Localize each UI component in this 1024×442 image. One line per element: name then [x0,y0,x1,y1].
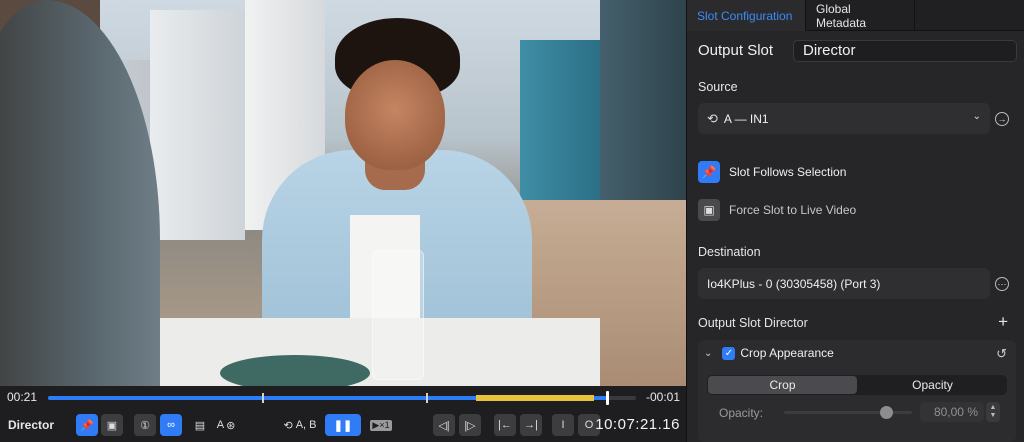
infinity-icon: ∞ [167,419,175,431]
playhead[interactable] [605,391,609,405]
chevron-up-icon: ▲ [989,404,997,411]
source-label: A [216,419,225,431]
remaining-time: -00:01 [645,390,680,404]
scene-person-face [345,60,445,170]
pause-button[interactable]: ❚❚ [325,414,361,436]
opacity-value-field[interactable]: 80,00 % [920,402,984,422]
slot-follows-selection-toggle[interactable]: 📌 Slot Follows Selection [698,161,846,183]
one-circle-icon: ① [140,419,150,432]
inspector-panel: Slot Configuration Global Metadata Outpu… [686,0,1024,442]
scene-building [520,40,600,210]
scene-plate [220,355,370,386]
loop-button[interactable]: ∞ [160,414,182,436]
tab-global-metadata[interactable]: Global Metadata [805,0,915,31]
filmstrip-button[interactable]: ▤ [190,414,210,436]
pin-icon: 📌 [80,419,94,432]
play-rate-icon: ▶×1 [370,419,392,431]
crop-appearance-title: Crop Appearance [740,346,834,360]
rate-label: ×1 [379,419,390,430]
mark-in-label: I [561,419,565,431]
force-live-video-label: Force Slot to Live Video [729,203,857,217]
history-icon: ⟲ [283,419,293,432]
output-slot-label: Output Slot [698,42,774,59]
arrow-circle-icon: ⊛ [226,419,236,432]
step-forward-button[interactable]: |▷ [459,414,481,436]
ellipsis-icon: ⋯ [997,278,1007,289]
opacity-slider-knob[interactable] [880,406,894,419]
tab-slot-configuration[interactable]: Slot Configuration [687,0,805,31]
chevron-down-icon: ⌄ [972,111,981,122]
reset-icon[interactable]: ↺ [996,346,1007,362]
output-slot-name-field[interactable]: Director [793,40,1017,62]
source-next-button[interactable]: A ⊛ [212,414,240,436]
video-viewer[interactable] [0,0,686,386]
timecode: 10:07:21.16 [595,416,680,433]
output-slot-director-title: Output Slot Director [698,316,808,330]
go-to-start-icon: |← [498,419,512,431]
history-icon: ⟲ [707,110,718,126]
scene-building [150,10,245,240]
chevron-down-icon[interactable]: ⌄ [704,348,712,359]
segment-marker [426,393,428,403]
scrubber-bar: 00:21 -00:01 [0,386,686,408]
app-window: 00:21 -00:01 Director 📌 ▣ ① ∞ ▤ A ⊛ ⟲ A,… [0,0,1024,442]
rate-button[interactable]: ▶×1 [366,414,396,436]
opacity-slider[interactable] [784,406,912,419]
crop-appearance-checkbox[interactable]: ✓ [722,346,736,360]
single-play-button[interactable]: ① [134,414,156,436]
add-effect-button[interactable]: + [998,312,1008,332]
pin-icon: 📌 [698,161,720,183]
source-dropdown[interactable]: ⟲ A — IN1 ⌄ [698,103,990,134]
step-back-button[interactable]: ◁| [433,414,455,436]
step-forward-icon: |▷ [464,419,476,432]
tab-bar: Slot Configuration Global Metadata [687,0,1024,31]
force-live-video-toggle[interactable]: ▣ Force Slot to Live Video [698,199,856,221]
live-video-button[interactable]: ▣ [101,414,123,436]
elapsed-time: 00:21 [7,390,38,404]
chevron-down-icon: ▼ [989,412,997,419]
camera-icon: ▣ [698,199,720,221]
scene-foreground-person [0,0,160,386]
segment-marker [262,393,264,403]
scene-glass [372,250,424,380]
crop-appearance-header[interactable]: ⌄ ✓ Crop Appearance [704,346,834,360]
selected-range [476,395,594,401]
destination-value: Io4KPlus - 0 (30305458) (Port 3) [707,276,881,291]
arrow-right-icon: → [997,114,1007,124]
segment-opacity[interactable]: Opacity [858,375,1007,395]
mark-in-button[interactable]: I [552,414,574,436]
pause-icon: ❚❚ [333,419,353,432]
filmstrip-icon: ▤ [194,419,206,432]
transport-controls: Director 📌 ▣ ① ∞ ▤ A ⊛ ⟲ A, B ❚❚ ▶×1 ◁| … [0,408,686,442]
source-value: A — IN1 [723,111,769,126]
go-to-in-button[interactable]: |← [494,414,516,436]
slot-follows-selection-label: Slot Follows Selection [729,165,847,179]
segment-crop[interactable]: Crop [708,376,857,394]
timeline-track[interactable] [48,391,636,405]
sources-label: A, B [295,419,317,431]
sources-button[interactable]: ⟲ A, B [278,414,322,436]
opacity-stepper[interactable]: ▲ ▼ [986,402,1000,422]
go-to-out-button[interactable]: →| [520,414,542,436]
camera-icon: ▣ [106,419,118,432]
go-to-end-icon: →| [524,419,538,431]
pin-button[interactable]: 📌 [76,414,98,436]
crop-opacity-segmented-control: Crop Opacity [707,375,1007,395]
crop-appearance-card: ⌄ ✓ Crop Appearance ↺ Crop Opacity Opaci… [698,340,1016,442]
opacity-label: Opacity: [719,406,764,420]
mark-out-label: O [584,419,594,431]
source-section-title: Source [698,80,738,94]
source-go-button[interactable]: → [995,112,1009,126]
slot-label: Director [8,418,55,432]
destination-more-button[interactable]: ⋯ [995,277,1009,291]
destination-dropdown[interactable]: Io4KPlus - 0 (30305458) (Port 3) [698,268,990,299]
destination-section-title: Destination [698,245,761,259]
step-back-icon: ◁| [438,419,450,432]
